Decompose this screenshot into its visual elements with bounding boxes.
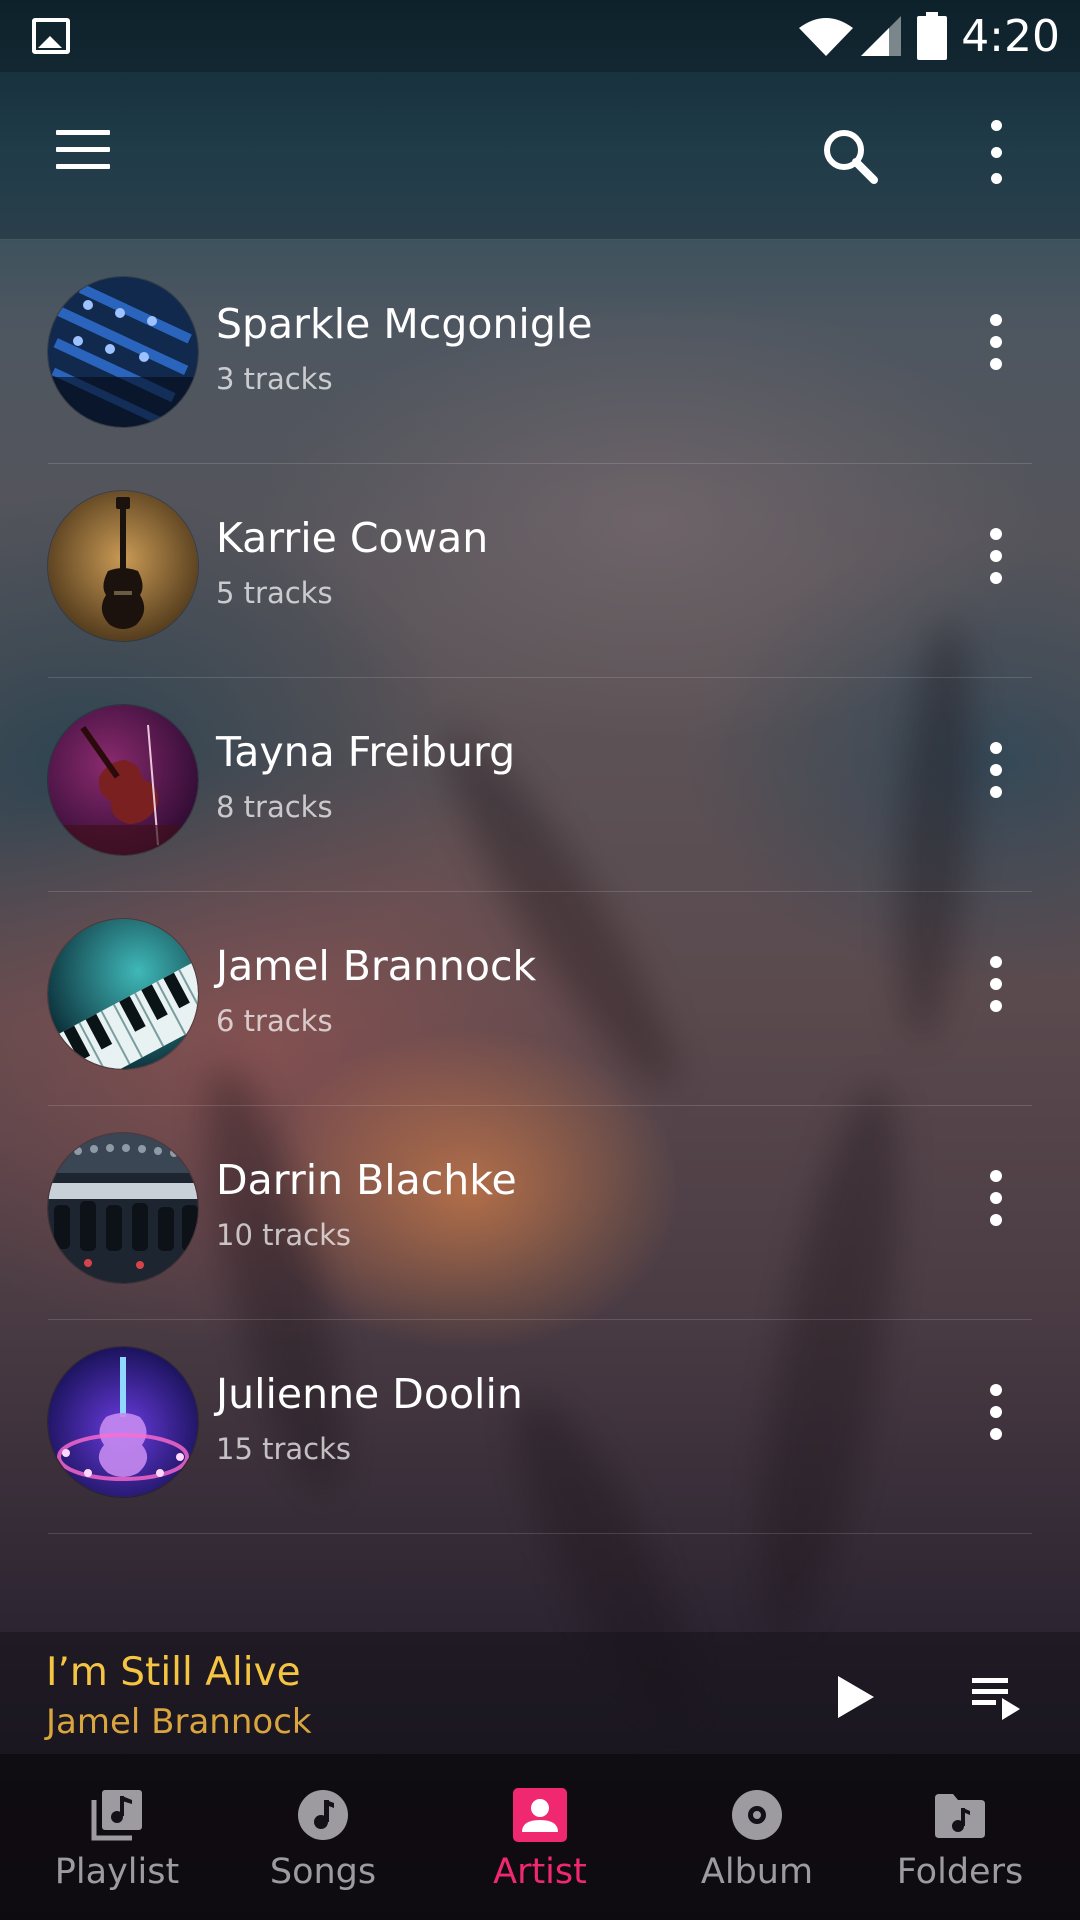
artist-more-button[interactable]	[976, 528, 1016, 584]
more-vert-icon	[990, 1192, 1002, 1204]
hamburger-menu-icon	[56, 164, 110, 169]
tab-songs-label: Songs	[269, 1852, 377, 1892]
play-button[interactable]	[836, 1674, 876, 1720]
more-vert-icon	[990, 120, 1002, 131]
tab-folders[interactable]: Folders	[860, 1754, 1060, 1920]
tab-artist-label: Artist	[493, 1852, 587, 1892]
tab-playlist[interactable]: Playlist	[17, 1754, 217, 1920]
artist-name: Sparkle Mcgonigle	[216, 300, 593, 348]
image-notification-icon	[32, 18, 70, 54]
artist-track-count: 6 tracks	[216, 1004, 333, 1038]
wifi-icon	[799, 18, 854, 56]
hamburger-menu-icon	[56, 130, 110, 135]
tab-songs[interactable]: Songs	[223, 1754, 423, 1920]
artist-row[interactable]: Karrie Cowan 5 tracks	[0, 464, 1080, 678]
more-vert-icon	[990, 336, 1002, 348]
artist-avatar	[48, 277, 198, 427]
more-vert-icon	[990, 146, 1002, 158]
status-indicators: 4:20	[797, 10, 1060, 62]
more-vert-icon	[990, 978, 1002, 990]
artist-avatar	[48, 919, 198, 1069]
more-vert-icon	[990, 1170, 1002, 1182]
artist-icon	[513, 1788, 567, 1842]
signal-icon	[861, 16, 902, 56]
more-vert-icon	[990, 1406, 1002, 1418]
artist-avatar	[48, 491, 198, 641]
artist-name: Karrie Cowan	[216, 514, 489, 562]
clock: 4:20	[961, 10, 1060, 62]
artist-avatar	[48, 1133, 198, 1283]
artist-name: Julienne Doolin	[216, 1370, 523, 1418]
now-playing-artist: Jamel Brannock	[46, 1702, 312, 1742]
artist-list: Sparkle Mcgonigle 3 tracks Karrie Cowan …	[0, 250, 1080, 1534]
more-vert-icon	[990, 956, 1002, 968]
search-icon	[824, 130, 878, 184]
more-vert-icon	[990, 314, 1002, 326]
status-bar: 4:20	[0, 0, 1080, 72]
artist-more-button[interactable]	[976, 742, 1016, 798]
hamburger-menu-icon	[56, 147, 110, 152]
artist-track-count: 3 tracks	[216, 362, 333, 396]
artist-row[interactable]: Darrin Blachke 10 tracks	[0, 1106, 1080, 1320]
album-icon	[732, 1790, 782, 1840]
queue-icon	[972, 1678, 1020, 1720]
more-vert-icon	[990, 358, 1002, 370]
now-playing-bar[interactable]: I’m Still Alive Jamel Brannock	[0, 1632, 1080, 1754]
now-playing-title: I’m Still Alive	[46, 1650, 301, 1695]
artist-more-button[interactable]	[976, 956, 1016, 1012]
artist-name: Jamel Brannock	[216, 942, 537, 990]
bottom-navigation: Playlist Songs Artist Album Folders	[0, 1754, 1080, 1920]
menu-button[interactable]	[48, 128, 110, 178]
more-options-button[interactable]	[976, 120, 1016, 184]
more-vert-icon	[990, 173, 1002, 184]
artist-track-count: 5 tracks	[216, 576, 333, 610]
tab-artist[interactable]: Artist	[440, 1754, 640, 1920]
artist-name: Darrin Blachke	[216, 1156, 517, 1204]
music-note-icon	[298, 1790, 348, 1840]
tab-album-label: Album	[700, 1852, 814, 1892]
queue-button[interactable]	[972, 1676, 1022, 1720]
more-vert-icon	[990, 572, 1002, 584]
artist-row[interactable]: Sparkle Mcgonigle 3 tracks	[0, 250, 1080, 464]
artist-row[interactable]: Julienne Doolin 15 tracks	[0, 1320, 1080, 1534]
more-vert-icon	[990, 550, 1002, 562]
artist-avatar	[48, 1347, 198, 1497]
more-vert-icon	[990, 1214, 1002, 1226]
artist-track-count: 8 tracks	[216, 790, 333, 824]
artist-more-button[interactable]	[976, 1170, 1016, 1226]
artist-row[interactable]: Jamel Brannock 6 tracks	[0, 892, 1080, 1106]
artist-track-count: 15 tracks	[216, 1432, 352, 1466]
app-bar	[0, 72, 1080, 240]
tab-folders-label: Folders	[896, 1852, 1024, 1892]
artist-more-button[interactable]	[976, 314, 1016, 370]
playlist-icon	[91, 1790, 142, 1841]
artist-more-button[interactable]	[976, 1384, 1016, 1440]
more-vert-icon	[990, 1428, 1002, 1440]
battery-icon	[917, 12, 948, 60]
more-vert-icon	[990, 742, 1002, 754]
more-vert-icon	[990, 764, 1002, 776]
tab-playlist-label: Playlist	[54, 1852, 180, 1892]
more-vert-icon	[990, 1000, 1002, 1012]
search-button[interactable]	[816, 122, 886, 192]
play-icon	[838, 1676, 874, 1718]
tab-album[interactable]: Album	[657, 1754, 857, 1920]
folder-music-icon	[935, 1794, 985, 1838]
more-vert-icon	[990, 528, 1002, 540]
artist-avatar	[48, 705, 198, 855]
artist-name: Tayna Freiburg	[216, 728, 516, 776]
artist-row[interactable]: Tayna Freiburg 8 tracks	[0, 678, 1080, 892]
more-vert-icon	[990, 786, 1002, 798]
artist-track-count: 10 tracks	[216, 1218, 352, 1252]
more-vert-icon	[990, 1384, 1002, 1396]
